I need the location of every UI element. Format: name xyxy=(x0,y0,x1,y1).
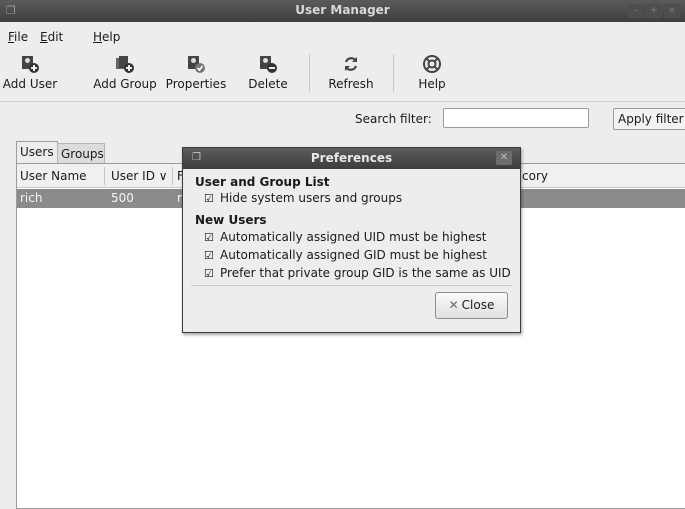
toolbar-divider xyxy=(0,101,685,102)
dialog-separator xyxy=(191,285,512,286)
help-button[interactable]: Help xyxy=(414,52,450,98)
search-label: Search filter: xyxy=(355,112,432,126)
section-user-group-list: User and Group List xyxy=(195,175,330,189)
checkbox-icon: ☑ xyxy=(204,192,214,205)
window-title: User Manager xyxy=(295,3,390,17)
add-user-icon xyxy=(22,56,39,73)
hide-system-checkbox[interactable]: ☑ Hide system users and groups xyxy=(204,191,402,205)
toolbar: Add User Add Group Properties Delete Ref… xyxy=(0,52,685,100)
close-button[interactable]: ✕ Close xyxy=(435,292,508,319)
search-input[interactable] xyxy=(443,108,589,128)
uid-highest-label: Automatically assigned UID must be highe… xyxy=(220,230,487,244)
add-group-icon xyxy=(116,56,134,73)
cell-user-name: rich xyxy=(20,191,43,205)
refresh-button[interactable]: Refresh xyxy=(325,52,377,98)
cell-user-id: 500 xyxy=(111,191,134,205)
window-titlebar: ❐ User Manager – + × xyxy=(0,0,685,22)
properties-icon xyxy=(188,56,205,73)
minimize-icon[interactable]: – xyxy=(628,4,644,18)
section-new-users: New Users xyxy=(195,213,267,227)
column-home-directory[interactable]: cory xyxy=(522,169,548,183)
dialog-close-icon[interactable]: ✕ xyxy=(496,151,512,165)
add-user-label: Add User xyxy=(2,77,58,91)
checkbox-icon: ☑ xyxy=(204,267,214,280)
column-user-id[interactable]: User ID ∨ xyxy=(111,169,168,183)
menu-edit[interactable]: Edit xyxy=(40,30,63,44)
menu-file[interactable]: File xyxy=(8,30,28,44)
checkbox-icon: ☑ xyxy=(204,231,214,244)
toolbar-separator xyxy=(393,54,394,92)
column-separator xyxy=(172,167,173,185)
uid-highest-checkbox[interactable]: ☑ Automatically assigned UID must be high… xyxy=(204,230,486,244)
menu-help[interactable]: Help xyxy=(93,30,120,44)
close-label: Close xyxy=(461,298,495,312)
refresh-icon xyxy=(344,57,358,71)
dialog-titlebar: ❐ Preferences ✕ xyxy=(183,148,520,169)
private-gid-checkbox[interactable]: ☑ Prefer that private group GID is the sa… xyxy=(204,266,511,280)
apply-filter-button[interactable]: Apply filter xyxy=(613,108,685,130)
properties-label: Properties xyxy=(165,77,227,91)
delete-button[interactable]: Delete xyxy=(245,52,291,98)
sort-indicator-icon: ∨ xyxy=(158,169,168,183)
column-user-name[interactable]: User Name xyxy=(20,169,87,183)
help-label: Help xyxy=(418,77,446,91)
menu-bar: File Edit Help xyxy=(0,28,685,48)
properties-button[interactable]: Properties xyxy=(164,52,228,98)
gid-highest-label: Automatically assigned GID must be highe… xyxy=(220,248,487,262)
checkbox-icon: ☑ xyxy=(204,249,214,262)
tab-users[interactable]: Users xyxy=(16,141,58,163)
maximize-icon[interactable]: + xyxy=(646,4,662,18)
add-group-button[interactable]: Add Group xyxy=(92,52,158,98)
tab-groups[interactable]: Groups xyxy=(57,143,105,163)
preferences-dialog: ❐ Preferences ✕ User and Group List ☑ Hid… xyxy=(182,147,521,333)
close-window-icon[interactable]: × xyxy=(664,4,680,18)
toolbar-separator xyxy=(309,54,310,92)
private-gid-label: Prefer that private group GID is the sam… xyxy=(220,266,511,280)
close-icon: ✕ xyxy=(448,298,459,312)
dialog-title: Preferences xyxy=(310,151,393,165)
help-icon xyxy=(423,55,441,73)
column-separator xyxy=(104,167,105,185)
add-user-button[interactable]: Add User xyxy=(2,52,58,98)
add-group-label: Add Group xyxy=(93,77,157,91)
hide-system-label: Hide system users and groups xyxy=(220,191,403,205)
delete-label: Delete xyxy=(248,77,288,91)
refresh-label: Refresh xyxy=(328,77,374,91)
gid-highest-checkbox[interactable]: ☑ Automatically assigned GID must be high… xyxy=(204,248,487,262)
delete-icon xyxy=(260,56,277,73)
